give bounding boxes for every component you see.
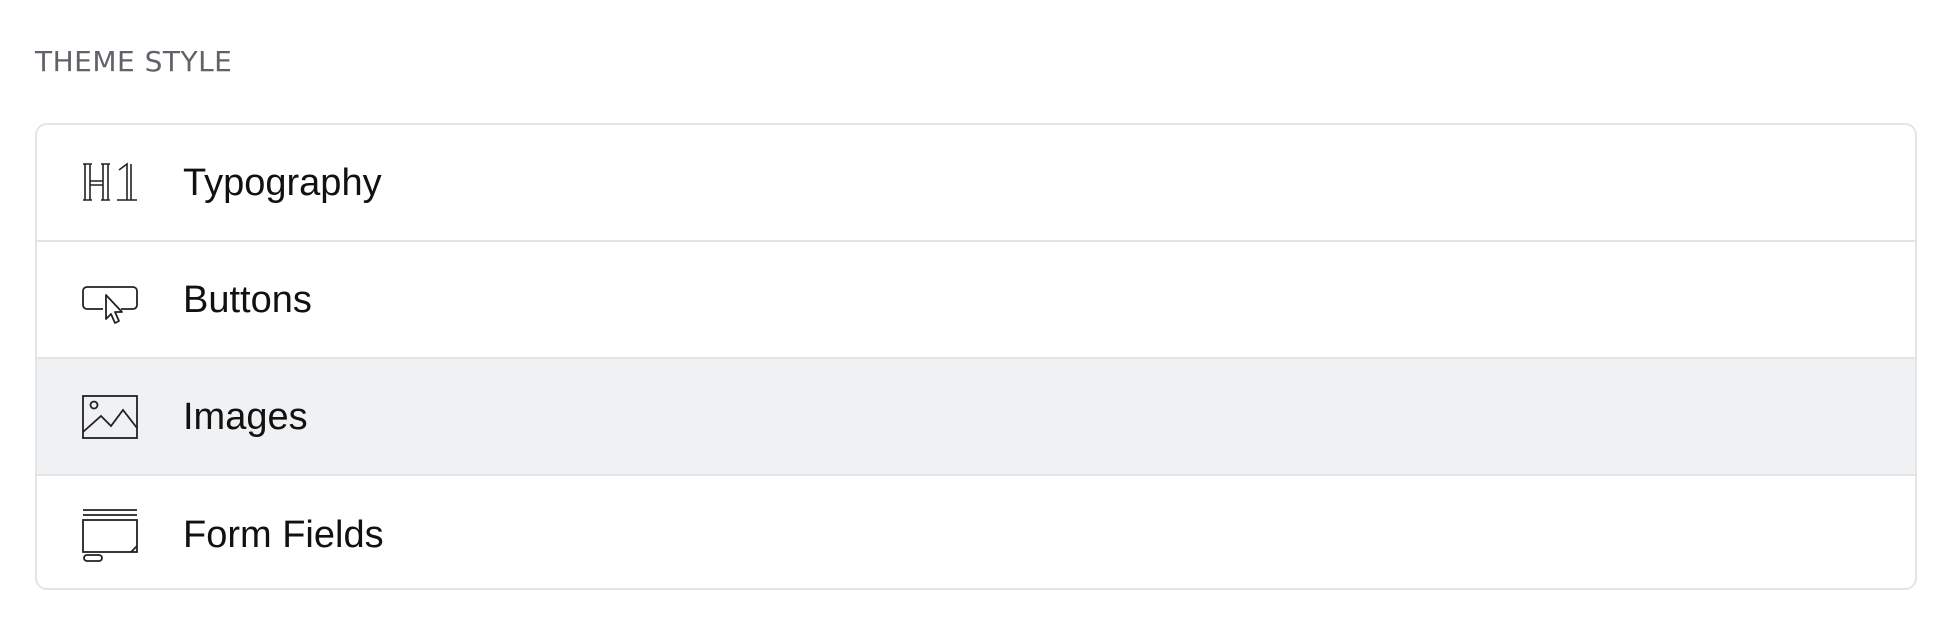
- list-item-label: Form Fields: [183, 513, 384, 556]
- list-item-form-fields[interactable]: Form Fields: [37, 476, 1915, 588]
- theme-style-panel: THEME STYLE Typography Buttons Images Fo…: [0, 0, 1950, 639]
- list-item-label: Images: [183, 395, 308, 438]
- list-item-typography[interactable]: Typography: [37, 125, 1915, 242]
- list-item-label: Buttons: [183, 278, 312, 321]
- list-item-label: Typography: [183, 161, 382, 204]
- form-field-icon: [81, 506, 139, 564]
- heading-h1-icon: [81, 154, 139, 212]
- image-icon: [81, 388, 139, 446]
- button-cursor-icon: [81, 271, 139, 329]
- theme-style-list: Typography Buttons Images Form Fields: [35, 123, 1917, 590]
- list-item-buttons[interactable]: Buttons: [37, 242, 1915, 359]
- list-item-images[interactable]: Images: [37, 359, 1915, 476]
- section-title: THEME STYLE: [35, 45, 233, 78]
